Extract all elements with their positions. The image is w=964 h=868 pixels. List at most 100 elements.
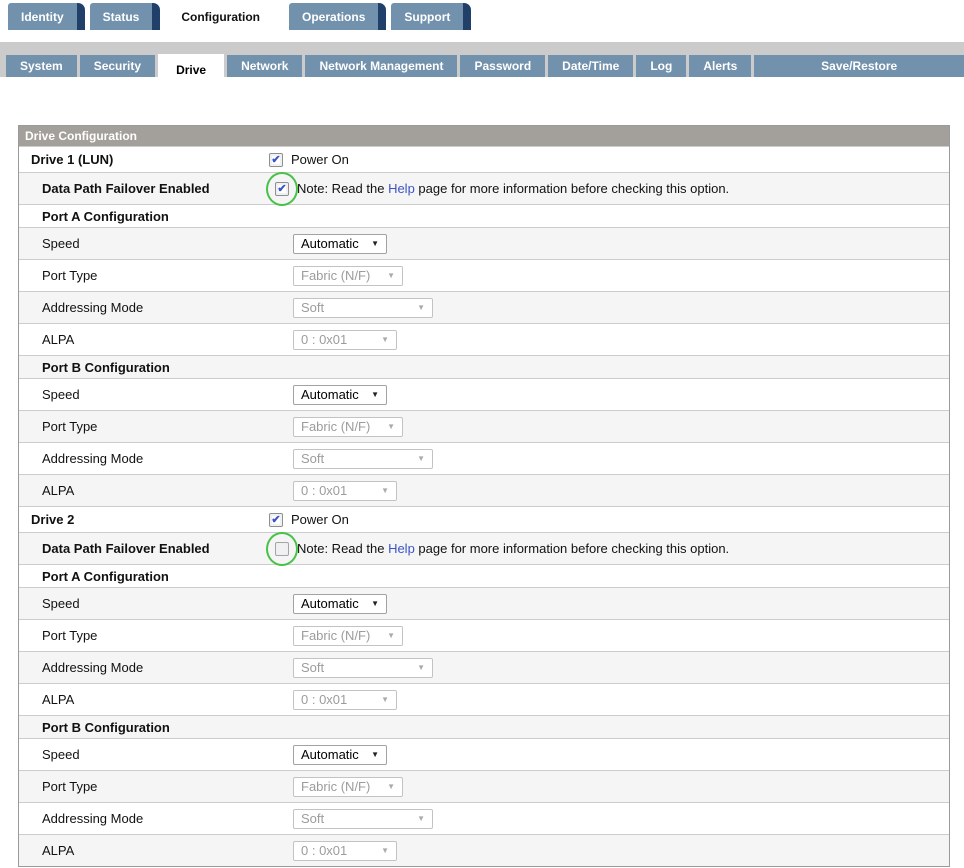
- port-type-select[interactable]: Fabric (N/F)▼: [293, 777, 403, 797]
- tab-operations[interactable]: Operations: [289, 3, 378, 30]
- note-suffix: page for more information before checkin…: [415, 541, 729, 556]
- subtab-alerts[interactable]: Alerts: [689, 55, 751, 77]
- data-path-failover-checkbox[interactable]: ✔: [275, 182, 289, 196]
- power-on-checkbox[interactable]: ✔: [269, 153, 283, 167]
- tab-configuration[interactable]: Configuration: [165, 3, 276, 30]
- row-content: Automatic▼: [261, 594, 949, 614]
- highlight-circle: [275, 542, 289, 556]
- table-row: Port TypeFabric (N/F)▼: [19, 410, 949, 442]
- speed-select[interactable]: Automatic▼: [293, 385, 387, 405]
- note-text: Note: Read the Help page for more inform…: [297, 181, 729, 196]
- control-label: Port Type: [19, 268, 261, 283]
- table-row: Port Type Fabric (N/F) ▼: [19, 259, 949, 291]
- subtab-system[interactable]: System: [6, 55, 77, 77]
- alpa-select[interactable]: 0 : 0x01▼: [293, 841, 397, 861]
- control-label: ALPA: [19, 483, 261, 498]
- table-row: ALPA 0 : 0x01▼: [19, 834, 949, 866]
- row-content: ✔ Note: Read the Help page for more infor…: [261, 181, 949, 196]
- subtab-password[interactable]: Password: [460, 55, 545, 77]
- tab-label: Configuration: [181, 10, 260, 24]
- table-row: Drive 2✔Power On: [19, 506, 949, 532]
- failover-label: Data Path Failover Enabled: [19, 541, 261, 556]
- alpa-select[interactable]: 0 : 0x01▼: [293, 330, 397, 350]
- table-row: Data Path Failover Enabled Note: Read the…: [19, 532, 949, 564]
- note-prefix: Note: Read the: [297, 181, 388, 196]
- control-label: ALPA: [19, 332, 261, 347]
- select-value: 0 : 0x01: [301, 332, 347, 347]
- row-content: 0 : 0x01▼: [261, 841, 949, 861]
- row-content: 0 : 0x01▼: [261, 481, 949, 501]
- control-label: ALPA: [19, 843, 261, 858]
- control-label: Speed: [19, 596, 261, 611]
- tab-label: Identity: [21, 10, 64, 24]
- chevron-down-icon: ▼: [381, 847, 389, 855]
- subtab-network-management[interactable]: Network Management: [305, 55, 457, 77]
- chevron-down-icon: ▼: [381, 487, 389, 495]
- select-value: Fabric (N/F): [301, 419, 370, 434]
- power-on-label: Power On: [291, 152, 349, 167]
- subtab-security[interactable]: Security: [80, 55, 155, 77]
- speed-select[interactable]: Automatic▼: [293, 594, 387, 614]
- subtab-label: Save/Restore: [821, 59, 897, 73]
- speed-select[interactable]: Automatic▼: [293, 745, 387, 765]
- chevron-down-icon: ▼: [417, 664, 425, 672]
- speed-select[interactable]: Automatic▼: [293, 234, 387, 254]
- subtab-log[interactable]: Log: [636, 55, 686, 77]
- table-row: Addressing ModeSoft▼: [19, 651, 949, 683]
- port-section-header: Port B Configuration: [19, 720, 261, 735]
- subtab-drive[interactable]: Drive: [158, 54, 224, 85]
- select-value: 0 : 0x01: [301, 692, 347, 707]
- tab-identity[interactable]: Identity: [8, 3, 77, 30]
- port-type-select[interactable]: Fabric (N/F)▼: [293, 626, 403, 646]
- table-row: Speed Automatic▼: [19, 738, 949, 770]
- control-label: Speed: [19, 747, 261, 762]
- row-content: Fabric (N/F)▼: [261, 417, 949, 437]
- subtab-label: System: [20, 59, 63, 73]
- help-link[interactable]: Help: [388, 541, 415, 556]
- drive-name-label: Drive 2: [19, 512, 261, 527]
- port-type-select[interactable]: Fabric (N/F) ▼: [293, 266, 403, 286]
- port-type-select[interactable]: Fabric (N/F)▼: [293, 417, 403, 437]
- note-text: Note: Read the Help page for more inform…: [297, 541, 729, 556]
- tab-support[interactable]: Support: [391, 3, 463, 30]
- subtab-network[interactable]: Network: [227, 55, 302, 77]
- addressing-mode-select[interactable]: Soft▼: [293, 449, 433, 469]
- addressing-mode-select[interactable]: Soft▼: [293, 298, 433, 318]
- data-path-failover-checkbox[interactable]: [275, 542, 289, 556]
- addressing-mode-select[interactable]: Soft▼: [293, 658, 433, 678]
- table-row: ALPA0 : 0x01▼: [19, 683, 949, 715]
- chevron-down-icon: ▼: [417, 304, 425, 312]
- select-value: Automatic: [301, 596, 359, 611]
- alpa-select[interactable]: 0 : 0x01▼: [293, 481, 397, 501]
- tab-status[interactable]: Status: [90, 3, 153, 30]
- select-value: Fabric (N/F): [301, 268, 370, 283]
- sub-tab-band: System Security Drive Network Network Manage…: [0, 42, 964, 77]
- power-on-checkbox[interactable]: ✔: [269, 513, 283, 527]
- row-content: Fabric (N/F)▼: [261, 626, 949, 646]
- subtab-date-time[interactable]: Date/Time: [548, 55, 633, 77]
- failover-label: Data Path Failover Enabled: [19, 181, 261, 196]
- chevron-down-icon: ▼: [387, 272, 395, 280]
- alpa-select[interactable]: 0 : 0x01▼: [293, 690, 397, 710]
- chevron-down-icon: ▼: [417, 815, 425, 823]
- chevron-down-icon: ▼: [371, 751, 379, 759]
- port-section-header: Port A Configuration: [19, 209, 261, 224]
- subtab-label: Password: [474, 59, 531, 73]
- subtab-label: Network Management: [319, 59, 443, 73]
- table-title: Drive Configuration: [19, 126, 949, 146]
- port-section-header: Port A Configuration: [19, 569, 261, 584]
- row-content: Soft▼: [261, 658, 949, 678]
- primary-tab-bar: Identity Status Configuration Operations Sup…: [0, 3, 964, 30]
- addressing-mode-select[interactable]: Soft▼: [293, 809, 433, 829]
- table-row: SpeedAutomatic▼: [19, 227, 949, 259]
- note-prefix: Note: Read the: [297, 541, 388, 556]
- subtab-label: Drive: [176, 63, 206, 77]
- subtab-save-restore[interactable]: Save/Restore: [754, 55, 964, 77]
- table-row: Port B Configuration: [19, 715, 949, 738]
- tab-label: Status: [103, 10, 140, 24]
- row-content: Note: Read the Help page for more inform…: [261, 541, 949, 556]
- table-row: Port TypeFabric (N/F)▼: [19, 619, 949, 651]
- help-link[interactable]: Help: [388, 181, 415, 196]
- row-content: Soft▼: [261, 449, 949, 469]
- port-section-header: Port B Configuration: [19, 360, 261, 375]
